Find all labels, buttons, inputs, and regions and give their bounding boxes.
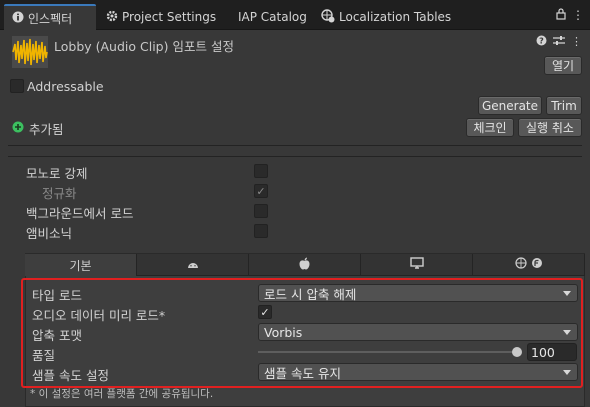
added-label: 추가됨 <box>29 122 64 137</box>
gear-icon <box>106 10 118 25</box>
divider <box>8 145 582 146</box>
preload-checkbox[interactable]: ✓ <box>258 305 272 319</box>
compression-label: 압축 포맷 <box>32 328 82 343</box>
undo-button[interactable]: 실행 취소 <box>518 118 582 137</box>
load-type-label: 타입 로드 <box>32 288 82 303</box>
tab-label: Localization Tables <box>339 10 452 24</box>
lock-icon[interactable] <box>556 8 566 23</box>
asset-title: Lobby (Audio Clip) 임포트 설정 <box>54 39 234 54</box>
plus-circle-icon <box>12 121 24 136</box>
tab-default[interactable]: 기본 <box>25 254 137 276</box>
chevron-down-icon <box>563 330 571 335</box>
background-load-label: 백그라운드에서 로드 <box>26 206 134 221</box>
generate-button[interactable]: Generate <box>478 96 542 115</box>
quality-slider-track[interactable] <box>258 351 518 353</box>
tab-localization-tables[interactable]: Localization Tables <box>321 4 451 30</box>
normalize-label: 정규화 <box>42 186 77 201</box>
tab-project-settings[interactable]: Project Settings <box>106 4 216 30</box>
android-icon <box>187 258 199 272</box>
webgl-icon <box>514 257 543 272</box>
normalize-checkbox[interactable]: ✓ <box>254 184 268 198</box>
quality-label: 품질 <box>32 348 56 363</box>
help-icon[interactable]: ? <box>536 35 547 49</box>
globe-icon <box>321 8 335 26</box>
tab-label: 인스펙터 <box>28 11 73 26</box>
tab-label: Project Settings <box>122 10 217 24</box>
footnote: * 이 설정은 여러 플랫폼 간에 공유됩니다. <box>30 388 214 400</box>
tab-iap-catalog[interactable]: IAP Catalog <box>238 4 307 30</box>
sample-rate-dropdown[interactable]: 샘플 속도 유지 <box>258 363 578 381</box>
tab-android[interactable] <box>137 254 249 276</box>
tab-webgl[interactable] <box>473 254 585 276</box>
info-icon <box>12 11 24 26</box>
window-tab-bar: 인스펙터 Project Settings IAP Catalog Locali… <box>0 0 590 30</box>
tab-standalone[interactable] <box>361 254 473 276</box>
more-options-icon[interactable]: ⋮ <box>572 8 584 23</box>
compression-dropdown[interactable]: Vorbis <box>258 323 578 341</box>
svg-text:?: ? <box>539 37 544 46</box>
addressable-checkbox[interactable] <box>10 79 24 93</box>
sample-rate-label: 샘플 속도 설정 <box>32 368 109 383</box>
load-type-value: 로드 시 압축 해제 <box>264 286 357 302</box>
tab-label: 기본 <box>69 258 92 273</box>
ambisonic-checkbox[interactable] <box>254 224 268 238</box>
load-type-dropdown[interactable]: 로드 시 압축 해제 <box>258 284 578 302</box>
divider <box>8 156 582 157</box>
checkin-button[interactable]: 체크인 <box>466 118 514 137</box>
tab-inspector[interactable]: 인스펙터 <box>4 4 96 30</box>
quality-input[interactable]: 100 <box>527 343 577 361</box>
ambisonic-label: 앰비소닉 <box>26 226 73 241</box>
trim-button[interactable]: Trim <box>546 96 582 115</box>
addressable-label: Addressable <box>27 79 104 94</box>
sample-rate-value: 샘플 속도 유지 <box>264 365 341 381</box>
tab-ios[interactable] <box>249 254 361 276</box>
background-load-checkbox[interactable] <box>254 204 268 218</box>
mono-label: 모노로 강제 <box>26 166 88 181</box>
chevron-down-icon <box>563 291 571 296</box>
platform-tabs: 기본 <box>25 254 585 276</box>
monitor-icon <box>409 257 424 272</box>
more-options-icon[interactable]: ⋮ <box>571 35 582 49</box>
audio-clip-icon <box>12 36 48 68</box>
mono-checkbox[interactable] <box>254 164 268 178</box>
compression-value: Vorbis <box>264 324 303 340</box>
open-button[interactable]: 열기 <box>544 56 582 75</box>
presets-icon[interactable] <box>553 35 565 49</box>
preload-label: 오디오 데이터 미리 로드* <box>32 308 166 323</box>
apple-icon <box>299 257 310 273</box>
chevron-down-icon <box>563 370 571 375</box>
tab-label: IAP Catalog <box>238 10 307 24</box>
quality-slider-handle[interactable] <box>512 347 522 357</box>
